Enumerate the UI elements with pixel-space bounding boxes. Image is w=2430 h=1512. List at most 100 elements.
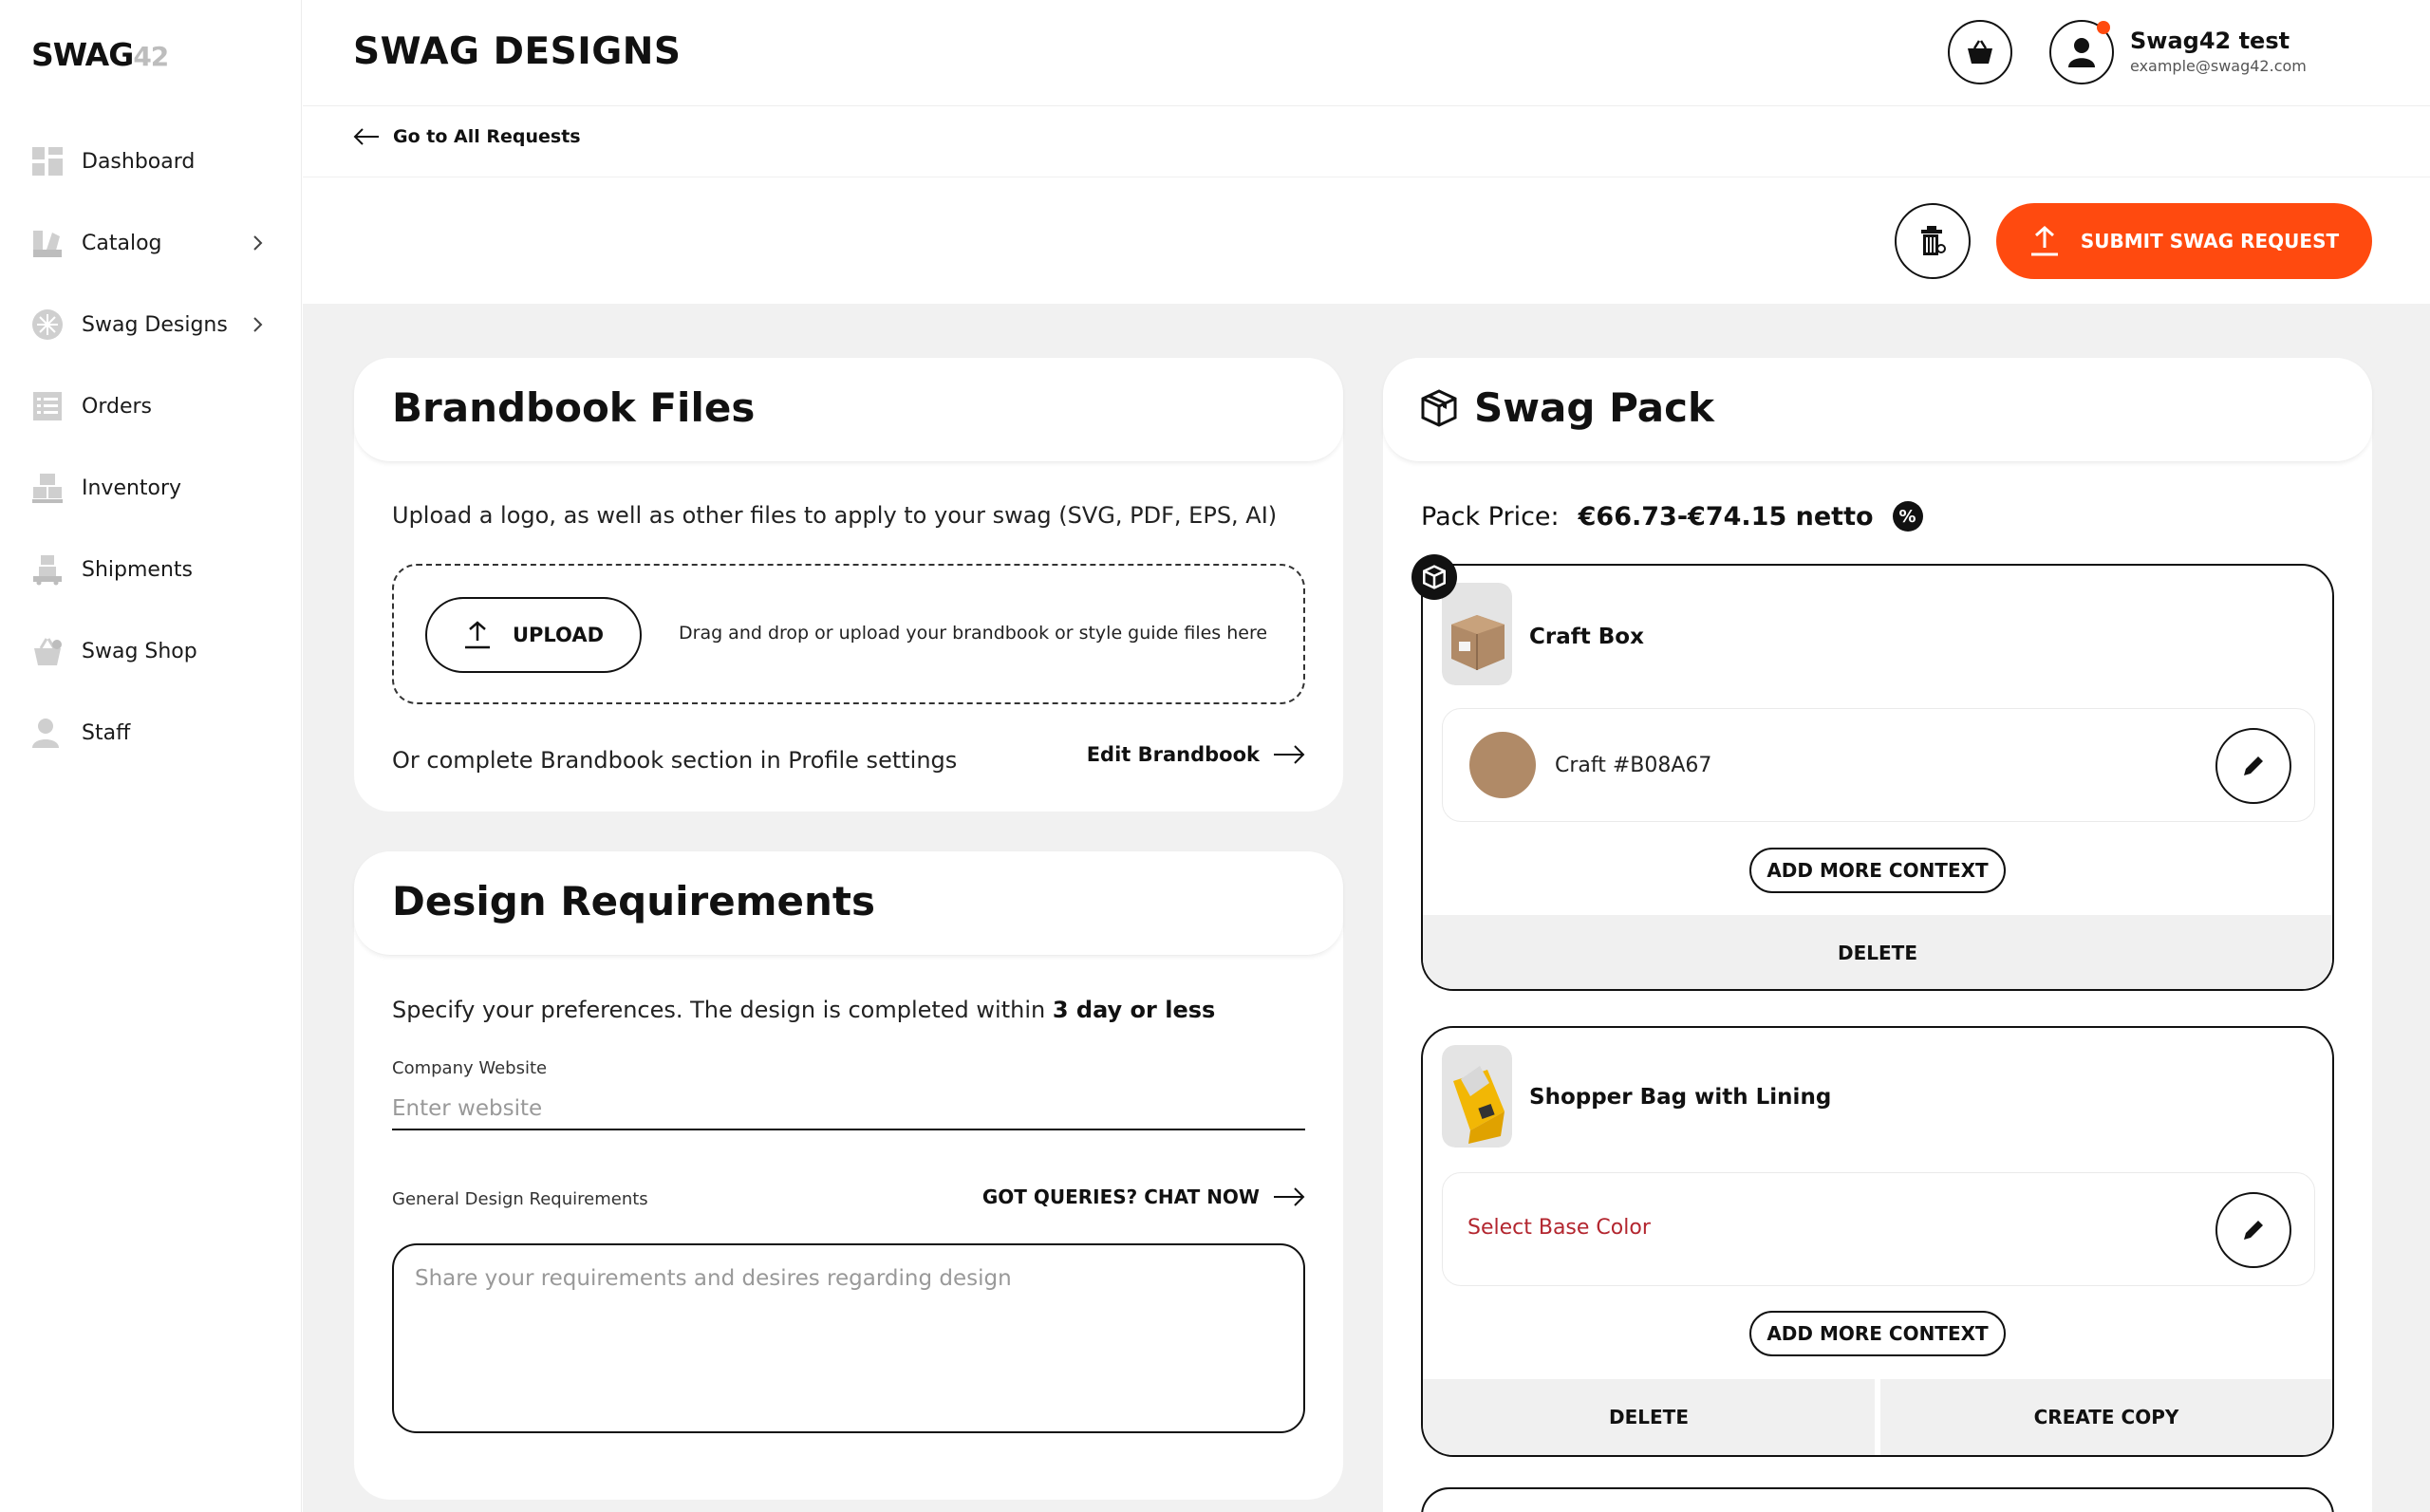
upload-icon: [2030, 225, 2058, 256]
edit-item-button[interactable]: [2215, 728, 2291, 804]
dashboard-icon: [32, 147, 63, 176]
pack-price-label: Pack Price:: [1421, 501, 1560, 532]
swag-designs-icon: [32, 309, 63, 340]
create-copy-button[interactable]: CREATE COPY: [1880, 1379, 2332, 1455]
arrow-left-icon: [353, 128, 379, 145]
inventory-icon: [32, 474, 63, 503]
sidebar-item-swag-designs[interactable]: Swag Designs: [0, 296, 302, 353]
sidebar-item-label: Swag Shop: [82, 639, 197, 663]
arrow-right-icon: [1274, 745, 1305, 764]
pack-item-card: Shopper Bag with Lining Select Base Colo…: [1421, 1026, 2334, 1457]
chat-now-label: GOT QUERIES? CHAT NOW: [981, 1185, 1260, 1208]
top-header: SWAG DESIGNS Swag42 test example@swag42.…: [303, 0, 2430, 106]
edit-brandbook-label: Edit Brandbook: [1086, 743, 1260, 766]
chat-now-link[interactable]: GOT QUERIES? CHAT NOW: [982, 1185, 1305, 1208]
sidebar-item-dashboard[interactable]: Dashboard: [0, 133, 302, 190]
add-more-context-button[interactable]: ADD MORE CONTEXT: [1749, 848, 2006, 893]
craft-box-thumbnail: [1442, 583, 1512, 685]
edit-item-button[interactable]: [2215, 1192, 2291, 1268]
sidebar-item-label: Inventory: [82, 476, 182, 500]
sidebar-item-label: Catalog: [82, 231, 162, 255]
add-more-context-button[interactable]: ADD MORE CONTEXT: [1749, 1311, 2006, 1356]
pack-item-card: Craft Box Craft #B08A67 ADD MORE CONTEXT…: [1421, 564, 2334, 991]
brandbook-dropzone[interactable]: UPLOAD Drag and drop or upload your bran…: [392, 564, 1305, 704]
sidebar-item-shipments[interactable]: Shipments: [0, 541, 302, 598]
edit-brandbook-link[interactable]: Edit Brandbook: [1087, 743, 1305, 766]
action-bar: SUBMIT SWAG REQUEST: [303, 178, 2430, 304]
card-header: Design Requirements: [354, 851, 1343, 956]
item-name: Craft Box: [1529, 625, 1644, 649]
sidebar-item-catalog[interactable]: Catalog: [0, 215, 302, 271]
sidebar-item-inventory[interactable]: Inventory: [0, 459, 302, 516]
item-color-row: Select Base Color: [1442, 1172, 2315, 1286]
basket-icon: [1968, 40, 1992, 64]
design-requirements-card: Design Requirements Specify your prefere…: [354, 851, 1343, 1500]
swag-pack-title: Swag Pack: [1474, 384, 1714, 431]
upload-label: UPLOAD: [512, 624, 605, 646]
page-title: SWAG DESIGNS: [353, 30, 682, 73]
shopper-bag-thumbnail: [1442, 1045, 1512, 1148]
subbar: Go to All Requests: [303, 107, 2430, 177]
sidebar-item-staff[interactable]: Staff: [0, 704, 302, 761]
select-base-color-link[interactable]: Select Base Color: [1467, 1216, 1651, 1240]
delete-item-button[interactable]: DELETE: [1423, 915, 2332, 989]
item-actions: DELETE: [1423, 915, 2332, 989]
pack-item-card: [1421, 1487, 2334, 1512]
orders-icon: [33, 392, 62, 420]
sidebar-item-orders[interactable]: Orders: [0, 378, 302, 435]
pencil-icon: [2244, 756, 2263, 775]
swag-shop-icon: [34, 638, 62, 665]
card-header: Swag Pack: [1383, 358, 2372, 462]
delete-item-button[interactable]: DELETE: [1423, 1379, 1875, 1455]
item-name: Shopper Bag with Lining: [1529, 1085, 1832, 1110]
color-swatch: [1469, 732, 1536, 798]
back-to-requests-link[interactable]: Go to All Requests: [353, 126, 581, 147]
swag42-logo[interactable]: SWAG42: [31, 36, 169, 73]
pack-price-value: €66.73-€74.15 netto: [1578, 501, 1874, 532]
item-color-row: Craft #B08A67: [1442, 708, 2315, 822]
catalog-icon: [33, 231, 62, 257]
sidebar-item-label: Shipments: [82, 557, 193, 582]
swag-pack-heading: Swag Pack: [1421, 384, 1714, 431]
design-requirements-title: Design Requirements: [392, 878, 875, 924]
brandbook-card: Brandbook Files Upload a logo, as well a…: [354, 358, 1343, 812]
item-actions: DELETE CREATE COPY: [1423, 1379, 2332, 1455]
brandbook-title: Brandbook Files: [392, 384, 756, 431]
sidebar-item-swag-shop[interactable]: Swag Shop: [0, 623, 302, 680]
sidebar-item-label: Orders: [82, 394, 152, 419]
user-email: example@swag42.com: [2130, 57, 2307, 75]
design-requirements-description: Specify your preferences. The design is …: [392, 997, 1216, 1023]
card-header: Brandbook Files: [354, 358, 1343, 462]
arrow-right-icon: [1274, 1187, 1305, 1206]
brandbook-description: Upload a logo, as well as other files to…: [392, 502, 1278, 529]
upload-button[interactable]: UPLOAD: [425, 597, 642, 673]
user-icon: [2068, 38, 2095, 67]
general-requirements-label: General Design Requirements: [392, 1189, 648, 1209]
back-link-label: Go to All Requests: [393, 126, 581, 147]
sidebar-item-label: Dashboard: [82, 149, 196, 174]
delete-request-button[interactable]: [1895, 203, 1971, 279]
pack-price: Pack Price: €66.73-€74.15 netto %: [1421, 501, 1923, 532]
sidebar-item-label: Staff: [82, 720, 131, 745]
box-icon: [1423, 565, 1446, 589]
company-website-input[interactable]: [392, 1089, 1305, 1130]
pencil-icon: [2244, 1221, 2263, 1240]
user-name[interactable]: Swag42 test: [2130, 28, 2290, 54]
notification-dot: [2097, 21, 2110, 34]
chevron-right-icon: [253, 317, 263, 332]
company-website-label: Company Website: [392, 1058, 548, 1078]
box-icon: [1421, 388, 1457, 427]
sidebar: SWAG42 Dashboard Catalog Swag Designs Or…: [0, 0, 302, 1512]
staff-icon: [32, 719, 59, 748]
upload-icon: [464, 621, 490, 649]
trash-icon: [1921, 226, 1946, 255]
submit-label: SUBMIT SWAG REQUEST: [2080, 230, 2340, 252]
shipments-icon: [33, 555, 62, 586]
cart-button[interactable]: [1948, 20, 2012, 84]
swag-pack-card: Swag Pack Pack Price: €66.73-€74.15 nett…: [1383, 358, 2372, 1512]
design-requirements-textarea[interactable]: [392, 1243, 1305, 1433]
dropzone-hint: Drag and drop or upload your brandbook o…: [679, 623, 1268, 644]
chevron-right-icon: [253, 235, 263, 251]
discount-badge[interactable]: %: [1892, 501, 1923, 532]
submit-swag-request-button[interactable]: SUBMIT SWAG REQUEST: [1996, 203, 2372, 279]
